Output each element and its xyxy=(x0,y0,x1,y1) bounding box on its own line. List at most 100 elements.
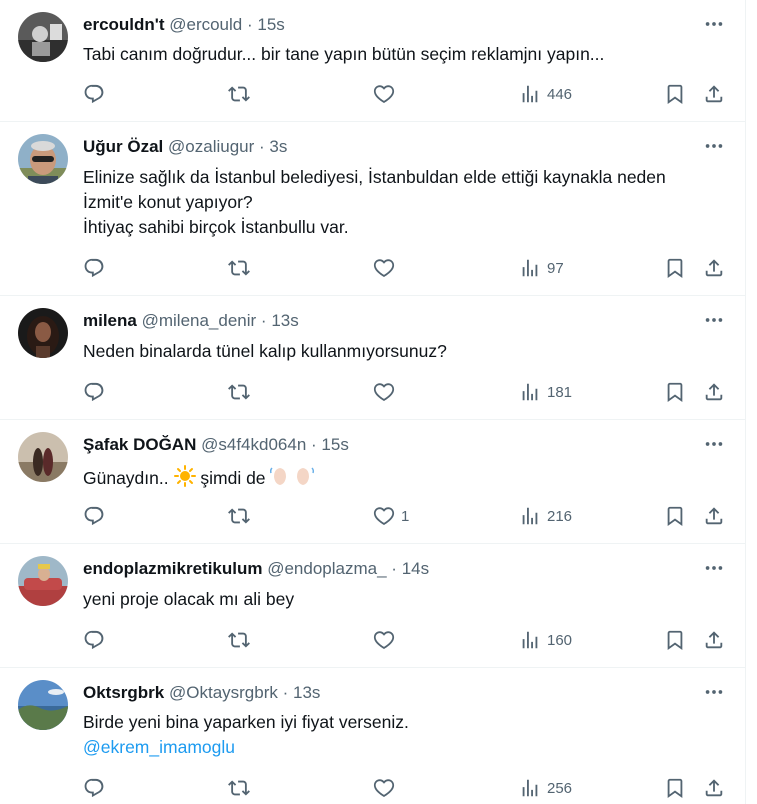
share-icon xyxy=(705,85,723,103)
retweet-icon xyxy=(228,508,250,524)
timestamp[interactable]: 15s xyxy=(321,435,348,454)
reply-button[interactable] xyxy=(83,628,105,652)
more-options-icon[interactable] xyxy=(702,14,726,34)
views-count: 97 xyxy=(547,259,564,277)
tweet-text-prefix: Günaydın.. xyxy=(83,468,169,488)
retweet-icon xyxy=(228,632,250,648)
retweet-button[interactable] xyxy=(228,380,250,404)
share-button[interactable] xyxy=(703,504,725,528)
avatar[interactable] xyxy=(18,556,68,606)
bookmark-button[interactable] xyxy=(664,776,686,800)
display-name[interactable]: Oktsrgbrk xyxy=(83,683,164,702)
tweet[interactable]: Uğur Özal @ozaliugur · 3s Elinize sağlık… xyxy=(0,122,746,296)
display-name[interactable]: ercouldn't xyxy=(83,15,165,34)
bookmark-button[interactable] xyxy=(664,256,686,280)
couple-landscape-avatar-icon xyxy=(18,432,68,482)
more-options-icon[interactable] xyxy=(702,558,726,578)
timestamp[interactable]: 3s xyxy=(269,137,287,156)
avatar[interactable] xyxy=(18,432,68,482)
heart-icon xyxy=(373,383,395,401)
bar-chart-icon xyxy=(522,507,538,525)
display-name[interactable]: Uğur Özal xyxy=(83,137,163,156)
timestamp[interactable]: 15s xyxy=(257,15,284,34)
tweet[interactable]: Oktsrgbrk @Oktaysrgbrk · 13s Birde yeni … xyxy=(0,668,746,804)
reply-icon xyxy=(84,258,104,278)
display-name[interactable]: endoplazmikretikulum xyxy=(83,559,262,578)
avatar[interactable] xyxy=(18,12,68,62)
reply-button[interactable] xyxy=(83,776,105,800)
like-button[interactable]: 1 xyxy=(373,504,409,528)
reply-button[interactable] xyxy=(83,380,105,404)
views-button[interactable]: 216 xyxy=(519,504,572,528)
bookmark-icon xyxy=(667,84,683,105)
avatar[interactable] xyxy=(18,680,68,730)
dark-photo-avatar-icon xyxy=(18,12,68,62)
timestamp[interactable]: 13s xyxy=(293,683,320,702)
more-options-icon[interactable] xyxy=(702,434,726,454)
display-name[interactable]: milena xyxy=(83,311,137,330)
bar-chart-icon xyxy=(522,631,538,649)
user-handle[interactable]: @ercould xyxy=(169,15,242,34)
more-options-icon[interactable] xyxy=(702,682,726,702)
user-handle[interactable]: @Oktaysrgbrk xyxy=(169,683,278,702)
retweet-button[interactable] xyxy=(228,628,250,652)
like-button[interactable] xyxy=(373,776,395,800)
tweet-text-line: Neden binalarda tünel kalıp kullanmıyors… xyxy=(83,341,447,361)
mention-link[interactable]: @ekrem_imamoglu xyxy=(83,735,409,760)
tweet[interactable]: ercouldn't @ercould · 15s Tabi canım doğ… xyxy=(0,0,746,122)
tweet-text-line: İhtiyaç sahibi birçok İstanbullu var. xyxy=(83,217,349,237)
user-handle[interactable]: @milena_denir xyxy=(142,311,257,330)
share-button[interactable] xyxy=(703,82,725,106)
more-options-icon[interactable] xyxy=(702,136,726,156)
views-button[interactable]: 181 xyxy=(519,380,572,404)
tweet-text: Birde yeni bina yaparken iyi fiyat verse… xyxy=(83,710,409,760)
tweet-header: Oktsrgbrk @Oktaysrgbrk · 13s xyxy=(83,682,320,704)
timestamp[interactable]: 14s xyxy=(402,559,429,578)
views-button[interactable]: 446 xyxy=(519,82,572,106)
tweet[interactable]: milena @milena_denir · 13s Neden binalar… xyxy=(0,296,746,420)
tweet[interactable]: Şafak DOĞAN @s4f4kd064n · 15s Günaydın..… xyxy=(0,420,746,544)
timestamp[interactable]: 13s xyxy=(271,311,298,330)
bar-chart-icon xyxy=(522,383,538,401)
views-button[interactable]: 160 xyxy=(519,628,572,652)
separator-dot: · xyxy=(282,683,289,702)
bookmark-button[interactable] xyxy=(664,504,686,528)
views-count: 256 xyxy=(547,779,573,797)
like-button[interactable] xyxy=(373,256,395,280)
tweet-actions: 256 xyxy=(83,776,743,800)
share-button[interactable] xyxy=(703,776,725,800)
like-button[interactable] xyxy=(373,628,395,652)
retweet-button[interactable] xyxy=(228,776,250,800)
share-button[interactable] xyxy=(703,380,725,404)
bookmark-button[interactable] xyxy=(664,82,686,106)
avatar[interactable] xyxy=(18,134,68,184)
retweet-button[interactable] xyxy=(228,256,250,280)
tweet[interactable]: endoplazmikretikulum @endoplazma_ · 14s … xyxy=(0,544,746,668)
retweet-button[interactable] xyxy=(228,82,250,106)
tweet-actions: 97 xyxy=(83,256,743,280)
display-name[interactable]: Şafak DOĞAN xyxy=(83,435,196,454)
views-button[interactable]: 256 xyxy=(519,776,572,800)
heart-icon xyxy=(373,259,395,277)
views-button[interactable]: 97 xyxy=(519,256,564,280)
user-handle[interactable]: @s4f4kd064n xyxy=(201,435,306,454)
waving-hands-icon xyxy=(270,467,315,485)
reply-icon xyxy=(84,382,104,402)
share-button[interactable] xyxy=(703,628,725,652)
user-handle[interactable]: @endoplazma_ xyxy=(267,559,386,578)
reply-button[interactable] xyxy=(83,82,105,106)
more-options-icon[interactable] xyxy=(702,310,726,330)
reply-button[interactable] xyxy=(83,256,105,280)
bookmark-button[interactable] xyxy=(664,380,686,404)
user-handle[interactable]: @ozaliugur xyxy=(168,137,254,156)
avatar[interactable] xyxy=(18,308,68,358)
tweet-actions: 446 xyxy=(83,82,743,106)
views-count: 216 xyxy=(547,507,573,525)
like-button[interactable] xyxy=(373,380,395,404)
reply-icon xyxy=(84,630,104,650)
bookmark-button[interactable] xyxy=(664,628,686,652)
retweet-button[interactable] xyxy=(228,504,250,528)
reply-button[interactable] xyxy=(83,504,105,528)
share-button[interactable] xyxy=(703,256,725,280)
like-button[interactable] xyxy=(373,82,395,106)
